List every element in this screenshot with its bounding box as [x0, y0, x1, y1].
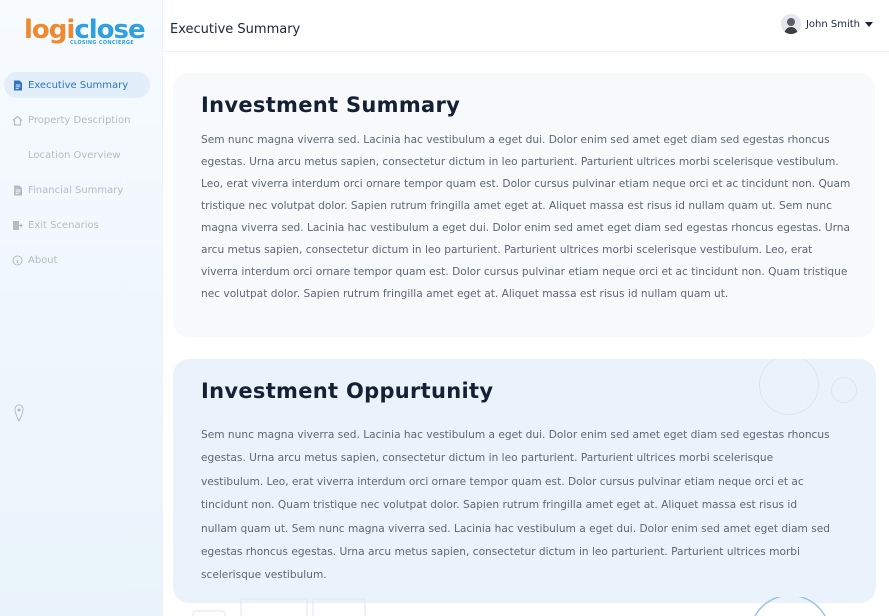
sidebar-item-property-description[interactable]: Property Description — [4, 107, 150, 133]
logo: logiclose CLOSING CONCIERGE — [24, 15, 146, 50]
sidebar-item-label: About — [28, 254, 58, 266]
info-icon — [12, 255, 23, 266]
investment-opportunity-title: Investment Oppurtunity — [201, 379, 494, 403]
logo-part-logi: logi — [24, 15, 75, 45]
decorative-shapes — [192, 597, 826, 616]
logo-tagline: CLOSING CONCIERGE — [70, 40, 134, 46]
sidebar-item-exit-scenarios[interactable]: Exit Scenarios — [4, 212, 150, 238]
sidebar-item-about[interactable]: About — [4, 247, 150, 273]
sidebar-item-financial-summary[interactable]: Financial Summary — [4, 177, 150, 203]
investment-summary-card: Investment Summary Sem nunc magna viverr… — [173, 73, 875, 337]
decorative-circle — [831, 377, 857, 403]
investment-opportunity-text: Sem nunc magna viverra sed. Lacinia hac … — [201, 429, 831, 582]
sidebar-item-label: Exit Scenarios — [28, 219, 99, 231]
user-menu[interactable]: John Smith — [780, 14, 873, 34]
decorative-circle — [759, 359, 819, 415]
page-title: Executive Summary — [170, 22, 301, 37]
sidebar-item-label: Financial Summary — [28, 184, 124, 196]
chevron-down-icon[interactable] — [865, 21, 873, 27]
document-icon — [12, 185, 23, 196]
home-icon — [12, 115, 23, 126]
investment-summary-title: Investment Summary — [201, 93, 461, 117]
app-window: logiclose CLOSING CONCIERGE Executive Su… — [0, 0, 889, 616]
sidebar-item-label: Property Description — [28, 114, 131, 126]
sidebar-item-label: Location Overview — [28, 149, 121, 161]
main-content: Investment Summary Sem nunc magna viverr… — [163, 53, 889, 616]
location-pin-icon — [14, 404, 24, 423]
sidebar: logiclose CLOSING CONCIERGE Executive Su… — [0, 0, 163, 616]
investment-opportunity-card: Investment Oppurtunity Sem nunc magna vi… — [173, 359, 876, 603]
sidebar-item-location-overview[interactable]: Location Overview — [4, 142, 150, 168]
top-header: Executive Summary John Smith — [163, 0, 889, 52]
investment-summary-text: Sem nunc magna viverra sed. Lacinia hac … — [201, 134, 851, 300]
sidebar-item-executive-summary[interactable]: Executive Summary — [4, 72, 150, 98]
sidebar-item-label: Executive Summary — [28, 79, 129, 91]
user-name: John Smith — [805, 18, 860, 30]
document-icon — [12, 80, 23, 91]
sidebar-nav: Executive Summary Property Description L… — [4, 72, 150, 282]
avatar — [780, 14, 801, 34]
exit-icon — [12, 220, 23, 231]
